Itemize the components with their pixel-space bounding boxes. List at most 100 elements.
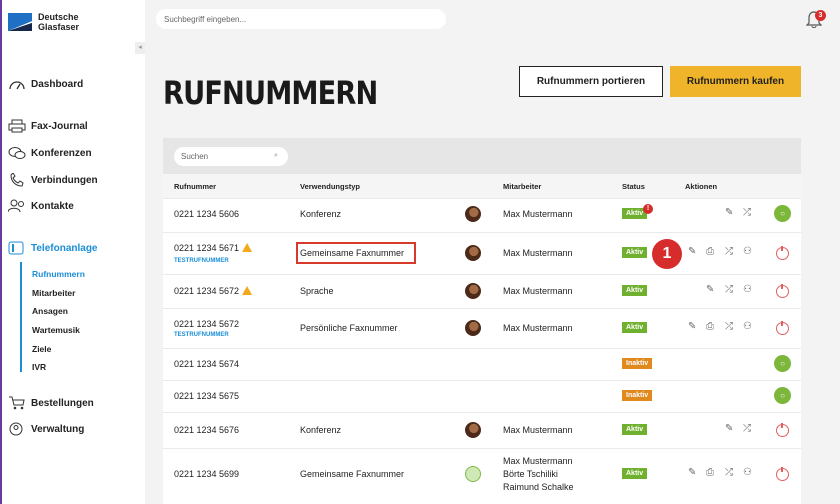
edit-icon[interactable]: ✎ [688, 321, 696, 332]
subnav-wartemusik[interactable]: Wartemusik [32, 325, 80, 335]
test-number-label: TESTRUFNUMMER [174, 332, 229, 338]
test-number-label: TESTRUFNUMMER [174, 258, 229, 264]
nav-dashboard[interactable]: Dashboard [8, 77, 83, 91]
fax-settings-icon[interactable]: ⎙ [706, 246, 714, 257]
nav-kontakte-label: Kontakte [31, 200, 74, 212]
row-type: Persönliche Faxnummer [300, 323, 398, 333]
edit-icon[interactable]: ✎ [725, 423, 733, 434]
power-on-toggle[interactable]: ○ [774, 205, 791, 222]
status-badge: Aktiv [622, 247, 648, 258]
avatar [465, 320, 481, 336]
printer-icon [8, 119, 26, 133]
table-row[interactable] [163, 348, 801, 380]
row-number: 0221 1234 5674 [174, 359, 240, 369]
nav-verwaltung[interactable]: Verwaltung [8, 422, 84, 436]
nav-telefonanlage[interactable]: Telefonanlage [8, 241, 98, 255]
shuffle-icon[interactable]: ⤮ [725, 284, 733, 295]
avatar [465, 245, 481, 261]
edit-icon[interactable]: ✎ [706, 284, 714, 295]
row-number: 0221 1234 5672 [174, 319, 240, 329]
assign-user-icon[interactable]: ⚇ [743, 467, 752, 478]
fax-settings-icon[interactable]: ⎙ [706, 321, 714, 332]
power-on-toggle[interactable]: ○ [774, 387, 791, 404]
nav-fax-journal[interactable]: Fax-Journal [8, 119, 88, 133]
row-type: Gemeinsame Faxnummer [300, 469, 405, 479]
assign-user-icon[interactable]: ⚇ [743, 246, 752, 257]
edit-icon[interactable]: ✎ [688, 467, 696, 478]
fax-settings-icon[interactable]: ⎙ [706, 467, 714, 478]
shuffle-icon[interactable]: ⤮ [725, 246, 733, 257]
column-header-verwendungstyp[interactable]: Verwendungstyp [300, 182, 360, 191]
row-employee: Börte Tschiliki [503, 469, 558, 479]
subnav-ansagen[interactable]: Ansagen [32, 306, 68, 316]
avatar [465, 206, 481, 222]
table-row[interactable] [163, 380, 801, 412]
nav-verbindungen[interactable]: Verbindungen [8, 173, 98, 187]
switchboard-icon [8, 241, 24, 255]
row-type: Sprache [300, 286, 334, 296]
column-header-status[interactable]: Status [622, 182, 645, 191]
shuffle-icon[interactable]: ⤮ [725, 467, 733, 478]
row-employee: Max Mustermann [503, 323, 573, 333]
subnav-mitarbeiter[interactable]: Mitarbeiter [32, 288, 75, 298]
subnav-ziele[interactable]: Ziele [32, 344, 51, 354]
avatar [465, 283, 481, 299]
power-off-toggle[interactable] [776, 284, 789, 298]
status-badge: Aktiv [622, 285, 648, 296]
sidebar-collapse-button[interactable]: ◂ [135, 42, 145, 54]
assign-user-icon[interactable]: ⚇ [743, 321, 752, 332]
brand-logo[interactable]: Deutsche Glasfaser [8, 12, 79, 32]
global-search-input[interactable]: Suchbegriff eingeben... [156, 9, 446, 29]
nav-verbindungen-label: Verbindungen [31, 174, 98, 186]
row-employee: Max Mustermann [503, 209, 573, 219]
power-off-toggle[interactable] [776, 321, 789, 335]
nav-bestellungen[interactable]: Bestellungen [8, 396, 94, 410]
column-header-mitarbeiter[interactable]: Mitarbeiter [503, 182, 541, 191]
shuffle-icon[interactable]: ⤮ [725, 321, 733, 332]
row-employee: Raimund Schalke [503, 482, 574, 492]
brand-line1: Deutsche [38, 12, 79, 22]
warning-icon [242, 243, 253, 252]
phone-icon [10, 173, 24, 187]
assign-user-icon[interactable]: ⚇ [743, 284, 752, 295]
nav-konferenzen[interactable]: Konferenzen [8, 146, 92, 160]
user-circle-icon [9, 422, 23, 436]
row-number: 0221 1234 5671 [174, 243, 240, 253]
shuffle-icon[interactable]: ⤮ [743, 207, 751, 218]
chat-bubbles-icon [8, 147, 26, 159]
nav-verwaltung-label: Verwaltung [31, 423, 85, 435]
power-off-toggle[interactable] [776, 467, 789, 481]
power-on-toggle[interactable]: ○ [774, 355, 791, 372]
row-number: 0221 1234 5672 [174, 286, 240, 296]
nav-fax-journal-label: Fax-Journal [31, 120, 88, 132]
row-number: 0221 1234 5606 [174, 209, 240, 219]
page-title: RUFNUMMERN [163, 74, 378, 112]
power-off-toggle[interactable] [776, 246, 789, 260]
gauge-icon [9, 81, 25, 90]
table-row[interactable] [163, 198, 801, 232]
power-off-toggle[interactable] [776, 423, 789, 437]
contacts-icon [8, 199, 24, 213]
nav-kontakte[interactable]: Kontakte [8, 199, 74, 213]
column-header-rufnummer[interactable]: Rufnummer [174, 182, 216, 191]
brand-line2: Glasfaser [38, 22, 80, 32]
notification-count-badge: 3 [815, 10, 826, 21]
table-search-input[interactable]: Suchen [174, 147, 288, 166]
table-row[interactable] [163, 412, 801, 448]
nav-telefonanlage-label: Telefonanlage [31, 242, 98, 254]
subnav-ivr[interactable]: IVR [32, 362, 46, 372]
group-avatar [465, 466, 481, 482]
edit-icon[interactable]: ✎ [725, 207, 733, 218]
highlight-frame [296, 242, 416, 264]
nav-dashboard-label: Dashboard [31, 78, 84, 90]
alert-icon: ! [643, 204, 653, 214]
port-numbers-button[interactable]: Rufnummern portieren [519, 66, 663, 97]
search-icon[interactable]: ⌕ [274, 152, 278, 160]
status-badge: Aktiv [622, 322, 648, 333]
shuffle-icon[interactable]: ⤮ [743, 423, 751, 434]
cart-icon [9, 396, 25, 410]
edit-icon[interactable]: ✎ [688, 246, 696, 257]
subnav-rufnummern[interactable]: Rufnummern [32, 269, 85, 279]
status-badge: Inaktiv [622, 358, 653, 369]
buy-numbers-button[interactable]: Rufnummern kaufen [670, 66, 801, 97]
